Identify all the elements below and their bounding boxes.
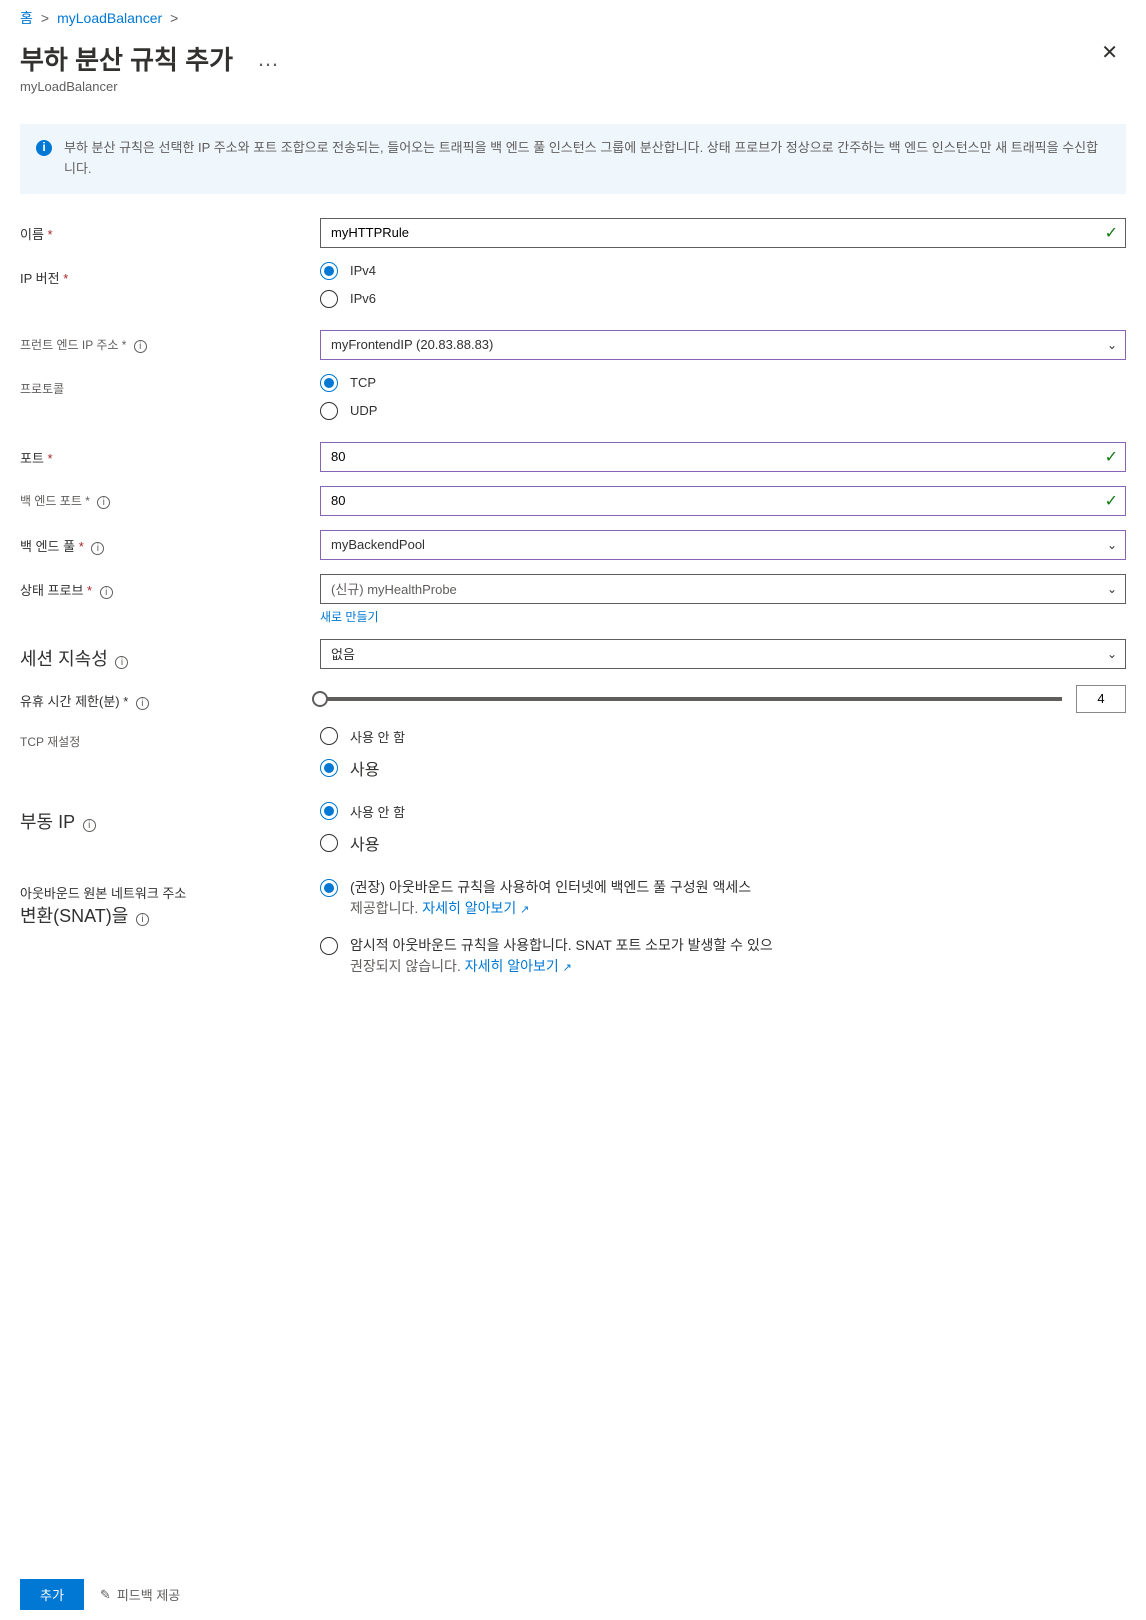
label-backend-pool: 백 엔드 풀 * i [20, 530, 320, 555]
label-frontend-ip: 프런트 엔드 IP 주소 * i [20, 330, 320, 353]
radio-floating-ip-disabled[interactable]: 사용 안 함 [320, 802, 1126, 821]
chevron-down-icon: ⌄ [1107, 538, 1117, 552]
info-icon[interactable]: i [136, 913, 149, 926]
learn-more-link[interactable]: 자세히 알아보기 ↗ [422, 900, 529, 916]
radio-tcp[interactable]: TCP [320, 374, 1126, 392]
label-port: 포트 * [20, 442, 320, 467]
slider-thumb[interactable] [312, 691, 328, 707]
chevron-right-icon: > [170, 10, 178, 26]
idle-timeout-value[interactable] [1076, 685, 1126, 713]
health-probe-select[interactable]: (신규) myHealthProbe ⌄ [320, 574, 1126, 604]
port-input[interactable] [320, 442, 1126, 472]
radio-tcp-reset-enabled[interactable]: 사용 [320, 756, 1126, 780]
breadcrumb: 홈 > myLoadBalancer > [0, 0, 1146, 36]
check-icon: ✓ [1105, 223, 1118, 243]
breadcrumb-resource[interactable]: myLoadBalancer [57, 10, 162, 26]
breadcrumb-home[interactable]: 홈 [20, 8, 33, 28]
info-icon[interactable]: i [136, 697, 149, 710]
label-idle-timeout: 유휴 시간 제한(분) * i [20, 685, 320, 710]
create-new-link[interactable]: 새로 만들기 [320, 610, 379, 624]
info-icon[interactable]: i [91, 542, 104, 555]
info-icon[interactable]: i [97, 496, 110, 509]
radio-udp[interactable]: UDP [320, 402, 1126, 420]
label-session-persistence: 세션 지속성 i [20, 639, 320, 671]
label-protocol: 프로토콜 [20, 374, 320, 397]
info-icon[interactable]: i [83, 819, 96, 832]
label-ip-version: IP 버전 * [20, 262, 320, 287]
close-icon[interactable]: ✕ [1101, 40, 1126, 65]
page-title: 부하 분산 규칙 추가 [20, 40, 233, 77]
check-icon: ✓ [1105, 491, 1118, 511]
info-banner: i 부하 분산 규칙은 선택한 IP 주소와 포트 조합으로 전송되는, 들어오… [20, 124, 1126, 194]
page-header: 부하 분산 규칙 추가 … myLoadBalancer ✕ [0, 36, 1146, 104]
info-icon[interactable]: i [115, 656, 128, 669]
feedback-link[interactable]: ✎ 피드백 제공 [100, 1585, 180, 1604]
radio-snat-implicit[interactable]: 암시적 아웃바운드 규칙을 사용합니다. SNAT 포트 소모가 발생할 수 있… [320, 935, 1126, 977]
name-input[interactable] [320, 218, 1126, 248]
idle-timeout-slider[interactable] [320, 697, 1062, 701]
info-icon[interactable]: i [134, 340, 147, 353]
radio-tcp-reset-disabled[interactable]: 사용 안 함 [320, 727, 1126, 746]
radio-floating-ip-enabled[interactable]: 사용 [320, 831, 1126, 855]
label-floating-ip: 부동 IP i [20, 802, 320, 834]
check-icon: ✓ [1105, 447, 1118, 467]
external-link-icon: ↗ [520, 904, 529, 916]
footer: 추가 ✎ 피드백 제공 [0, 1569, 1146, 1620]
label-tcp-reset: TCP 재설정 [20, 727, 320, 750]
label-snat: 아웃바운드 원본 네트워크 주소 변환(SNAT)을 i [20, 877, 320, 928]
info-icon[interactable]: i [100, 586, 113, 599]
chevron-down-icon: ⌄ [1107, 582, 1117, 596]
label-backend-port: 백 엔드 포트 * i [20, 486, 320, 509]
chevron-right-icon: > [41, 10, 49, 26]
more-button[interactable]: … [257, 46, 281, 72]
label-name: 이름 * [20, 218, 320, 243]
backend-pool-select[interactable]: myBackendPool ⌄ [320, 530, 1126, 560]
info-text: 부하 분산 규칙은 선택한 IP 주소와 포트 조합으로 전송되는, 들어오는 … [64, 138, 1110, 180]
chevron-down-icon: ⌄ [1107, 647, 1117, 661]
chevron-down-icon: ⌄ [1107, 338, 1117, 352]
external-link-icon: ↗ [563, 962, 572, 974]
info-icon: i [36, 140, 52, 156]
page-subtitle: myLoadBalancer [20, 79, 281, 94]
add-button[interactable]: 추가 [20, 1579, 84, 1610]
radio-snat-recommended[interactable]: (권장) 아웃바운드 규칙을 사용하여 인터넷에 백엔드 풀 구성원 액세스 제… [320, 877, 1126, 919]
backend-port-input[interactable] [320, 486, 1126, 516]
radio-ipv6[interactable]: IPv6 [320, 290, 1126, 308]
feedback-icon: ✎ [100, 1587, 111, 1603]
frontend-ip-select[interactable]: myFrontendIP (20.83.88.83) ⌄ [320, 330, 1126, 360]
label-health-probe: 상태 프로브 * i [20, 574, 320, 599]
radio-ipv4[interactable]: IPv4 [320, 262, 1126, 280]
learn-more-link[interactable]: 자세히 알아보기 ↗ [465, 958, 572, 974]
form: 이름 * ✓ IP 버전 * IPv4 IPv6 [0, 218, 1146, 1099]
session-persistence-select[interactable]: 없음 ⌄ [320, 639, 1126, 669]
